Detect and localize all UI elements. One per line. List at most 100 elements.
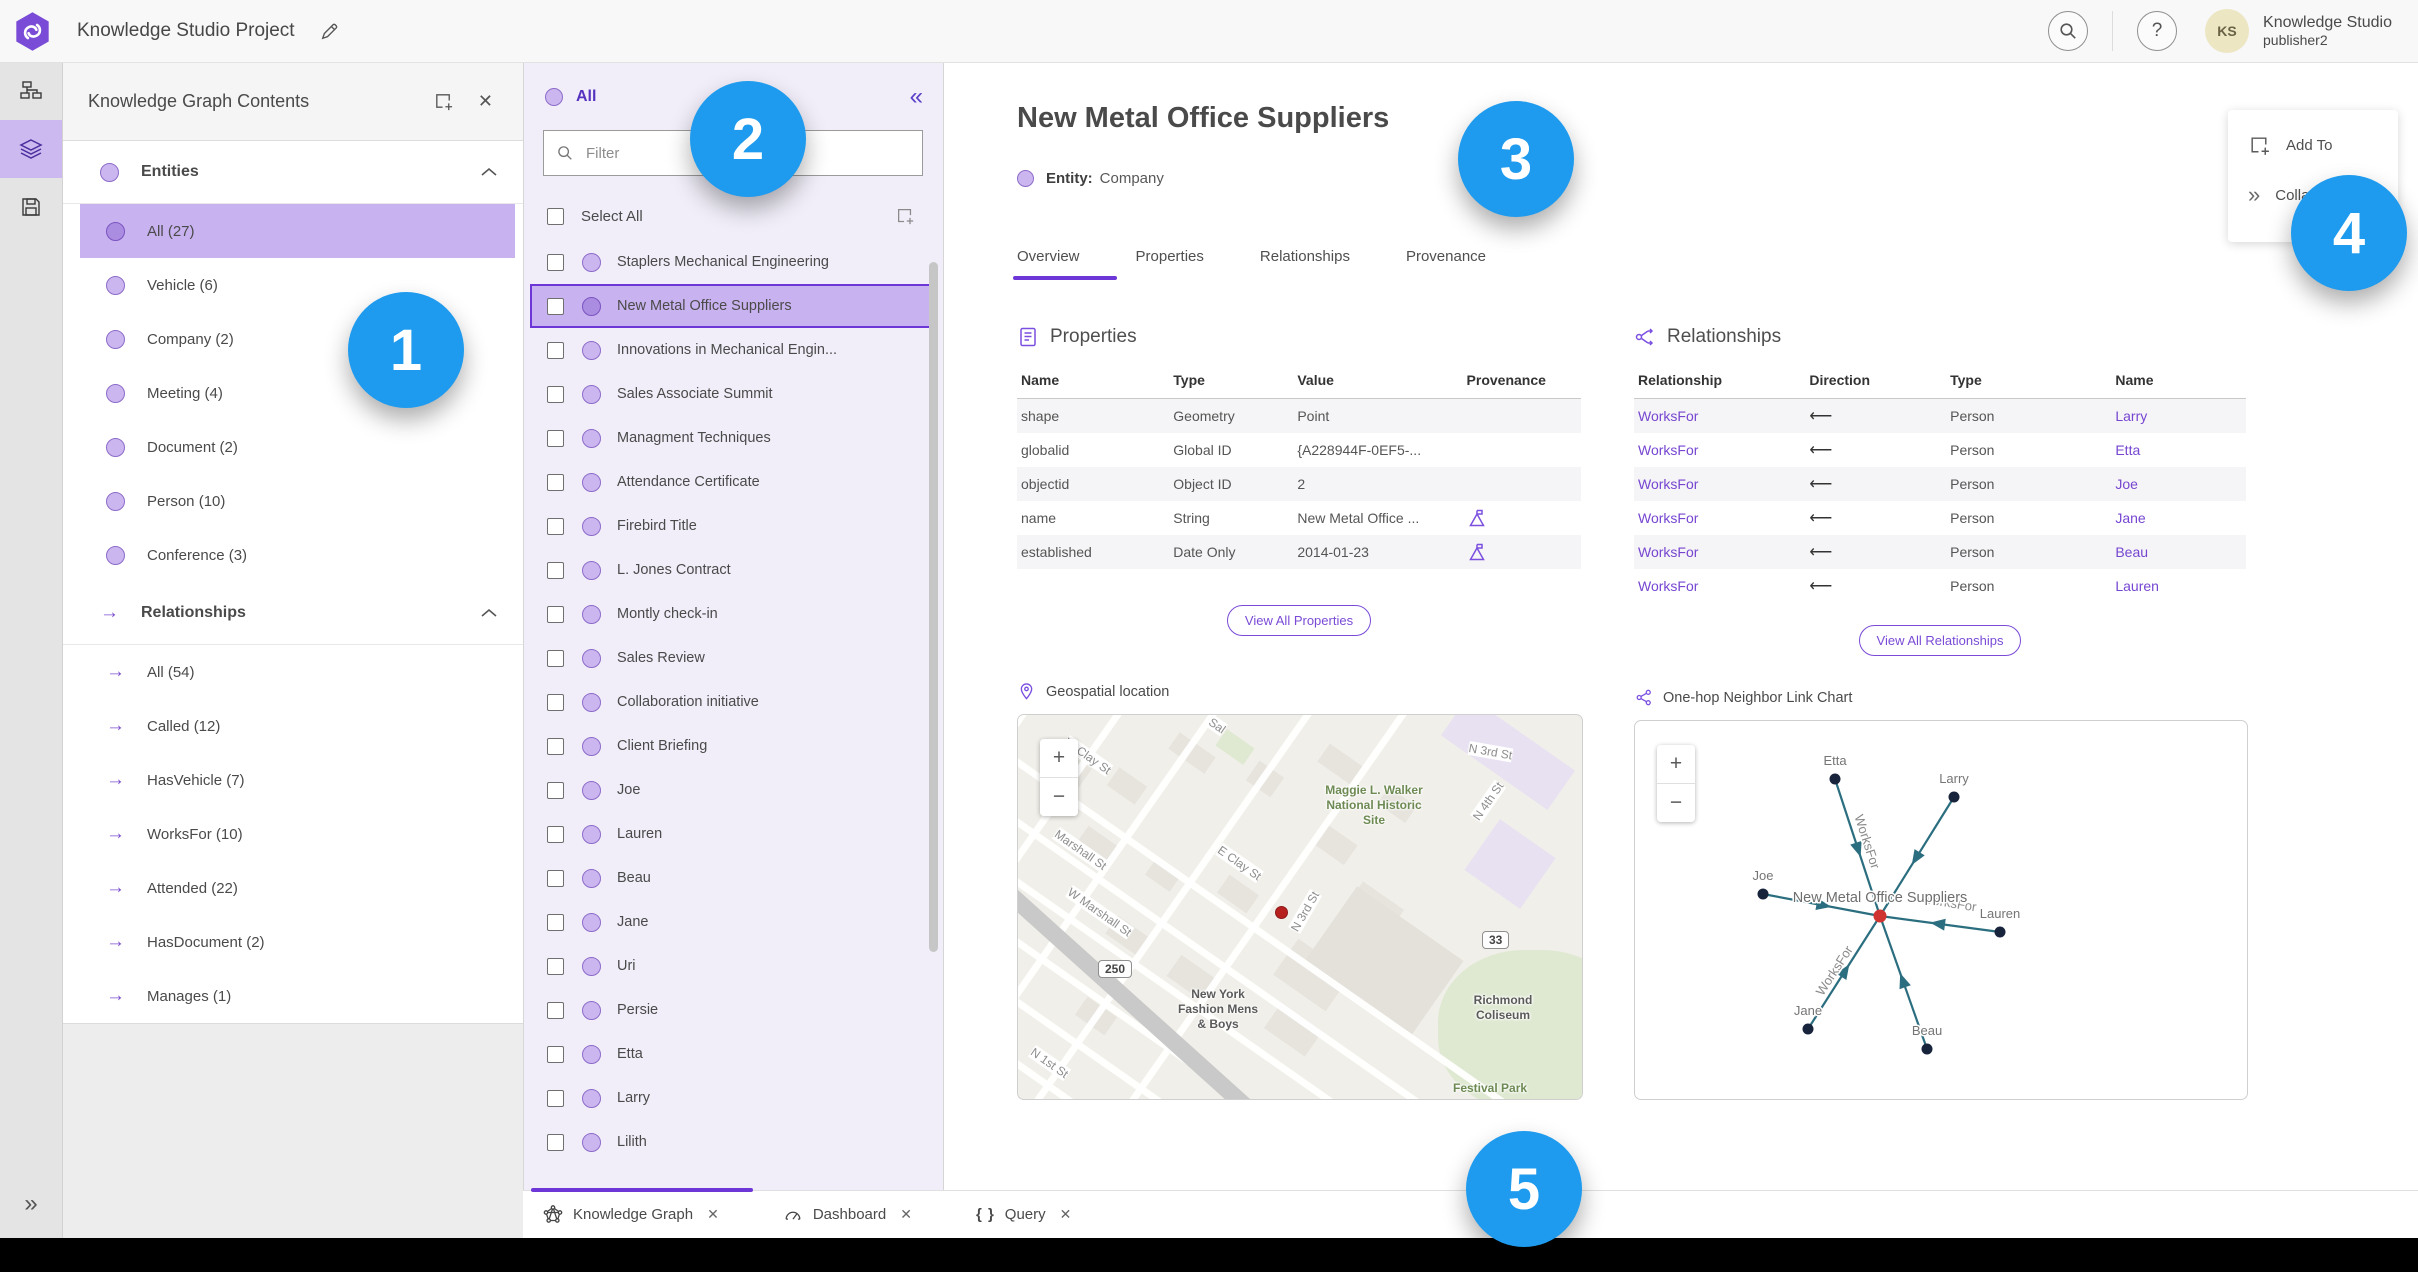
relationship-type-item[interactable]: → Called (12)	[62, 699, 523, 753]
item-checkbox[interactable]	[547, 1001, 564, 1019]
entity-instance-item[interactable]: Larry	[523, 1076, 943, 1120]
related-entity-link[interactable]: Etta	[2115, 442, 2140, 458]
entity-instance-item[interactable]: L. Jones Contract	[523, 548, 943, 592]
table-row[interactable]: shape Geometry Point	[1017, 398, 1581, 433]
entity-instance-item[interactable]: Staplers Mechanical Engineering	[523, 240, 943, 284]
table-row[interactable]: name String New Metal Office ...	[1017, 501, 1581, 535]
view-all-relationships-button[interactable]: View All Relationships	[1858, 625, 2022, 656]
add-selection-button[interactable]	[891, 202, 919, 230]
entity-instance-item[interactable]: Sales Review	[523, 636, 943, 680]
table-row[interactable]: WorksFor ⟵ Person Etta	[1634, 433, 2246, 467]
item-checkbox[interactable]	[547, 297, 564, 315]
table-row[interactable]: WorksFor ⟵ Person Larry	[1634, 398, 2246, 433]
rail-item-save[interactable]	[0, 178, 62, 236]
zoom-in-button[interactable]: +	[1040, 739, 1078, 777]
entity-type-item[interactable]: Document (2)	[62, 420, 523, 474]
entity-instance-item[interactable]: Persie	[523, 988, 943, 1032]
entity-instance-item[interactable]: Lilith	[523, 1120, 943, 1164]
relationship-link[interactable]: WorksFor	[1638, 544, 1698, 560]
rail-item-data-model[interactable]	[0, 62, 62, 120]
detail-tab[interactable]: Overview	[1013, 248, 1117, 280]
expand-rail-button[interactable]: »	[0, 1184, 62, 1224]
entity-instance-item[interactable]: Lauren	[523, 812, 943, 856]
zoom-out-button[interactable]: −	[1657, 783, 1695, 822]
entity-instance-item[interactable]: Uri	[523, 944, 943, 988]
relationship-link[interactable]: WorksFor	[1638, 578, 1698, 594]
close-tab-icon[interactable]: ✕	[900, 1206, 912, 1223]
select-all-checkbox[interactable]	[547, 207, 564, 225]
relationship-type-item[interactable]: → HasVehicle (7)	[62, 753, 523, 807]
table-row[interactable]: WorksFor ⟵ Person Beau	[1634, 535, 2246, 569]
entity-instance-item[interactable]: Firebird Title	[523, 504, 943, 548]
related-entity-link[interactable]: Lauren	[2115, 578, 2159, 594]
relationship-type-item[interactable]: → WorksFor (10)	[62, 807, 523, 861]
table-row[interactable]: objectid Object ID 2	[1017, 467, 1581, 501]
provenance-flag-icon[interactable]	[1467, 542, 1577, 562]
item-checkbox[interactable]	[547, 473, 564, 491]
relationship-link[interactable]: WorksFor	[1638, 408, 1698, 424]
entity-instance-item[interactable]: Joe	[523, 768, 943, 812]
relationships-section-header[interactable]: → Relationships	[62, 582, 523, 645]
entity-type-item[interactable]: Conference (3)	[62, 528, 523, 582]
detail-tab[interactable]: Properties	[1136, 248, 1204, 280]
entity-instance-item[interactable]: Beau	[523, 856, 943, 900]
item-checkbox[interactable]	[547, 913, 564, 931]
zoom-in-button[interactable]: +	[1657, 745, 1695, 783]
entity-type-item[interactable]: All (27)	[80, 204, 515, 258]
close-tab-icon[interactable]: ✕	[707, 1206, 719, 1223]
table-row[interactable]: WorksFor ⟵ Person Jane	[1634, 501, 2246, 535]
table-row[interactable]: WorksFor ⟵ Person Joe	[1634, 467, 2246, 501]
item-checkbox[interactable]	[547, 649, 564, 667]
entity-instance-item[interactable]: Client Briefing	[523, 724, 943, 768]
add-to-menu-item[interactable]: Add To	[2248, 120, 2398, 170]
view-all-properties-button[interactable]: View All Properties	[1226, 605, 1372, 636]
item-checkbox[interactable]	[547, 561, 564, 579]
tab-knowledge-graph[interactable]: Knowledge Graph ✕	[543, 1204, 719, 1225]
relationship-link[interactable]: WorksFor	[1638, 442, 1698, 458]
tab-dashboard[interactable]: Dashboard ✕	[783, 1205, 912, 1225]
item-checkbox[interactable]	[547, 1133, 564, 1151]
table-row[interactable]: established Date Only 2014-01-23	[1017, 535, 1581, 569]
table-row[interactable]: WorksFor ⟵ Person Lauren	[1634, 569, 2246, 603]
collapse-panel-icon[interactable]: «	[910, 85, 923, 109]
entity-type-item[interactable]: Person (10)	[62, 474, 523, 528]
item-checkbox[interactable]	[547, 253, 564, 271]
zoom-out-button[interactable]: −	[1040, 777, 1078, 816]
tab-query[interactable]: { } Query ✕	[976, 1206, 1071, 1223]
related-entity-link[interactable]: Joe	[2115, 476, 2138, 492]
item-checkbox[interactable]	[547, 517, 564, 535]
relationship-link[interactable]: WorksFor	[1638, 476, 1698, 492]
entity-instance-item[interactable]: Managment Techniques	[523, 416, 943, 460]
close-tab-icon[interactable]: ✕	[1060, 1206, 1072, 1223]
detail-tab[interactable]: Relationships	[1260, 248, 1350, 280]
user-info[interactable]: Knowledge Studio publisher2	[2263, 14, 2392, 48]
entity-instance-item[interactable]: Jane	[523, 900, 943, 944]
related-entity-link[interactable]: Larry	[2115, 408, 2147, 424]
item-checkbox[interactable]	[547, 385, 564, 403]
avatar[interactable]: KS	[2205, 9, 2250, 53]
entities-section-header[interactable]: Entities	[62, 141, 523, 204]
item-checkbox[interactable]	[547, 1045, 564, 1063]
add-to-new-button[interactable]	[429, 87, 458, 116]
close-panel-button[interactable]: ✕	[474, 87, 497, 116]
relationship-link[interactable]: WorksFor	[1638, 510, 1698, 526]
entity-instance-item[interactable]: Attendance Certificate	[523, 460, 943, 504]
provenance-flag-icon[interactable]	[1467, 508, 1577, 528]
item-checkbox[interactable]	[547, 1089, 564, 1107]
geospatial-map[interactable]: W Clay St Sal N 3rd St Maggie L. Walker Nat…	[1017, 714, 1583, 1100]
scrollbar[interactable]	[929, 262, 938, 952]
item-checkbox[interactable]	[547, 869, 564, 887]
item-checkbox[interactable]	[547, 605, 564, 623]
relationship-type-item[interactable]: → Attended (22)	[62, 861, 523, 915]
entity-instance-item[interactable]: Etta	[523, 1032, 943, 1076]
entity-instance-item[interactable]: Sales Associate Summit	[523, 372, 943, 416]
related-entity-link[interactable]: Beau	[2115, 544, 2148, 560]
table-row[interactable]: globalid Global ID {A228944F-0EF5-...	[1017, 433, 1581, 467]
item-checkbox[interactable]	[547, 693, 564, 711]
edit-title-button[interactable]	[315, 17, 344, 46]
one-hop-link-chart[interactable]: WorksFor WorksFor WorksFor New Metal Office…	[1634, 720, 2248, 1100]
entity-instance-item[interactable]: Innovations in Mechanical Engin...	[523, 328, 943, 372]
entity-instance-item[interactable]: Montly check-in	[523, 592, 943, 636]
detail-tab[interactable]: Provenance	[1406, 248, 1486, 280]
entity-type-item[interactable]: Vehicle (6)	[62, 258, 523, 312]
